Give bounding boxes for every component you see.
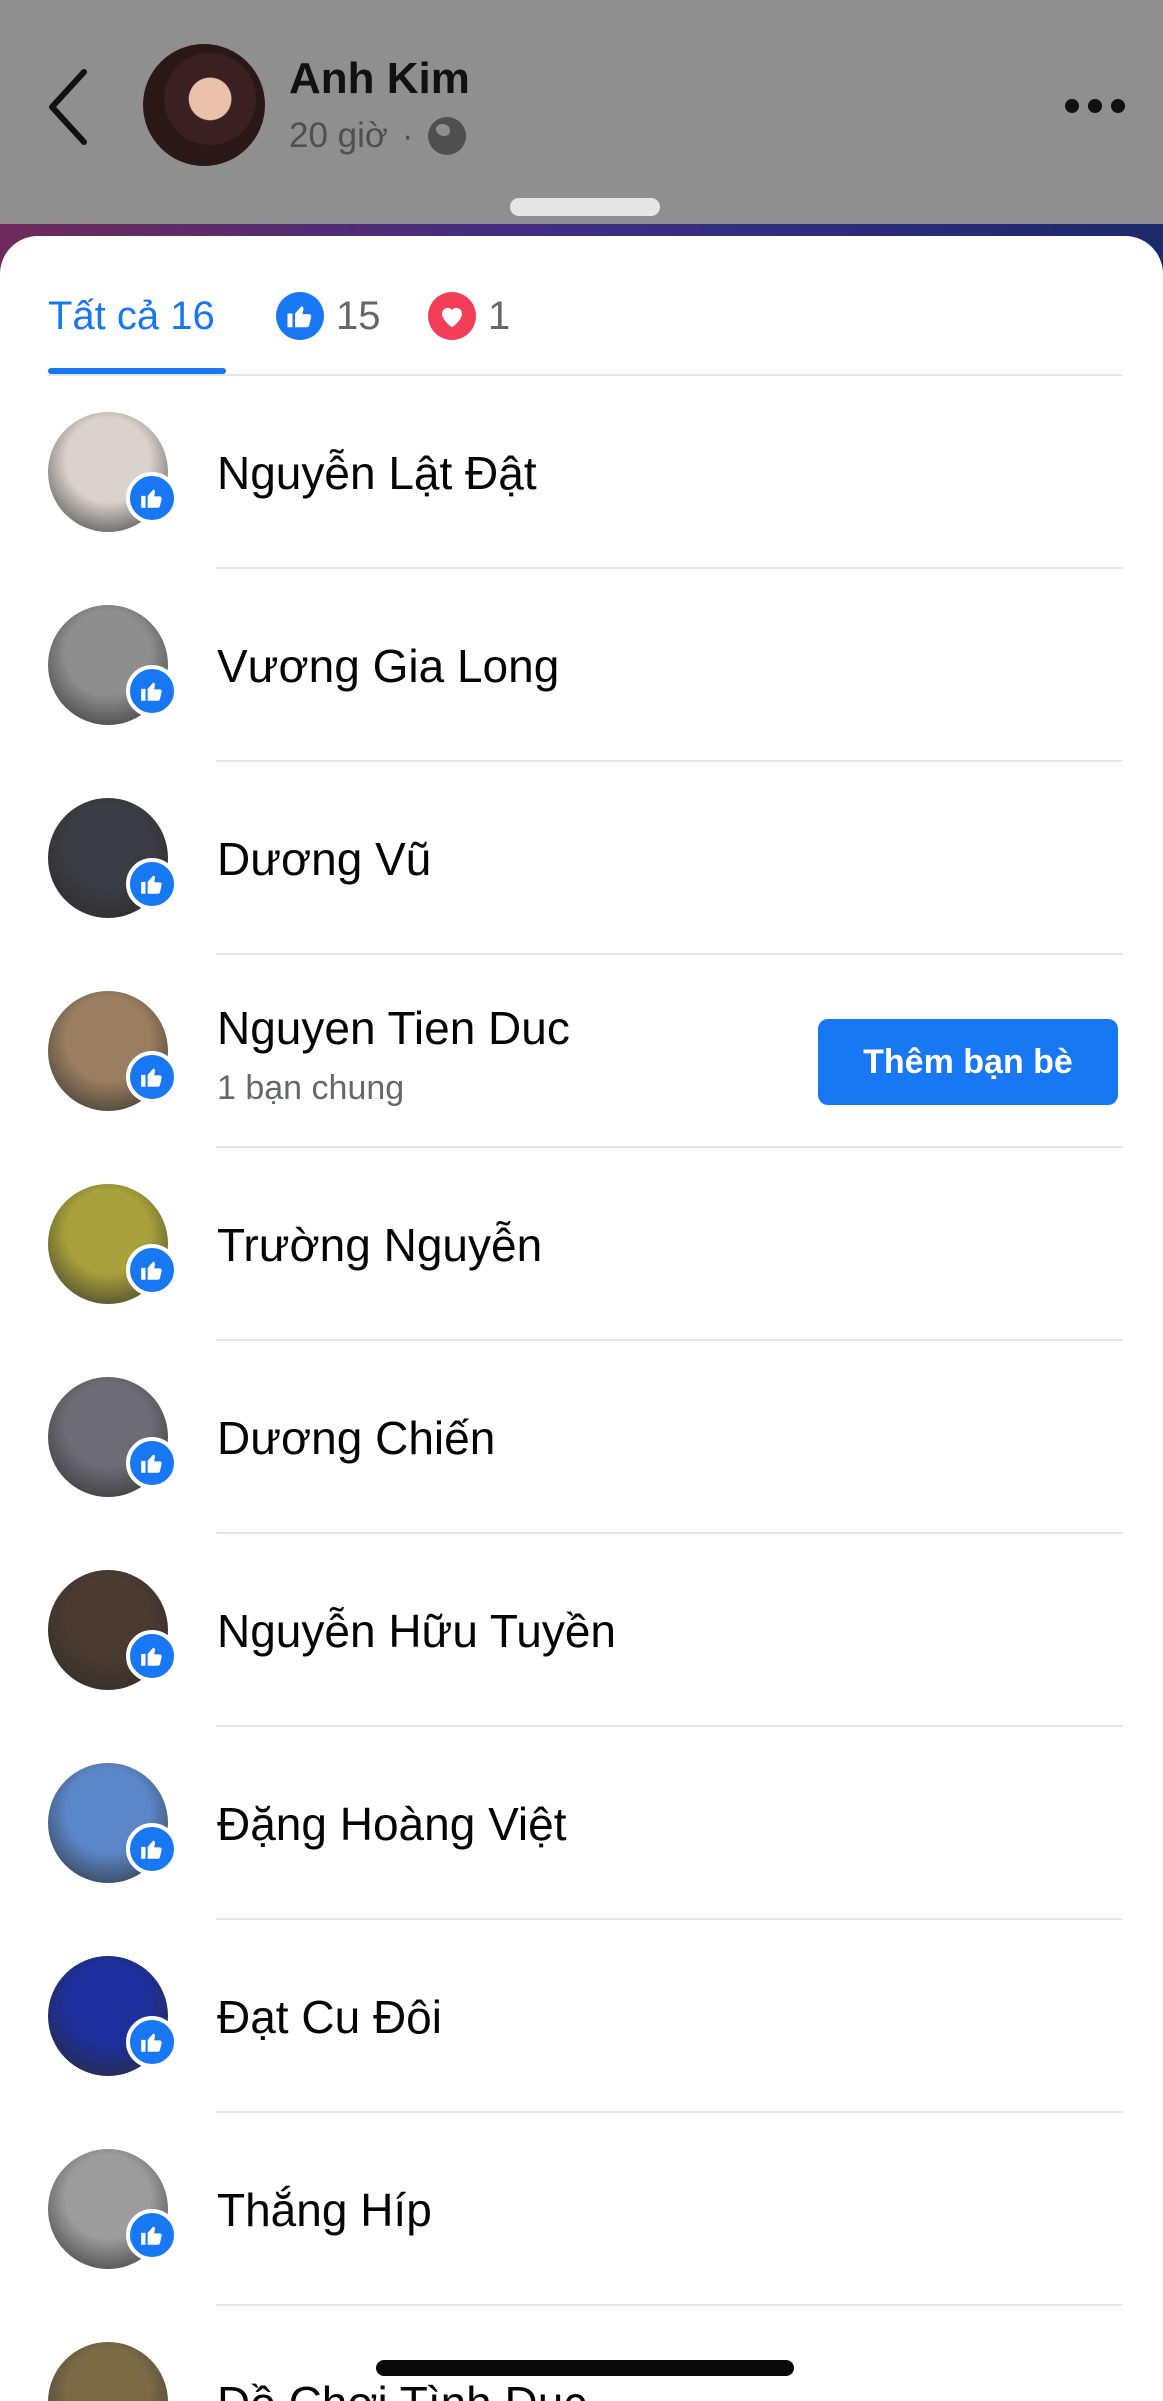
like-badge-icon [141,1068,162,1087]
like-reaction-icon [276,292,324,340]
reactor-name[interactable]: Dương Chiến [217,1411,495,1465]
list-item[interactable]: Nguyễn Lật Đật [0,376,1163,569]
list-item[interactable]: Vương Gia Long [0,569,1163,762]
list-item[interactable]: Đồ Chơi Tình Dục [0,2306,1163,2401]
like-badge-icon [141,1840,162,1859]
post-time: 20 giờ [289,116,388,155]
reactor-list: Nguyễn Lật Đật Vương Gia Long Dương Vũ Nguy… [0,376,1163,2401]
mutual-friends-text: 1 bạn chung [217,1069,405,1107]
reactions-sheet: Tất cả 16 15 1 Nguyễn Lật Đật Vương Gia L… [0,236,1163,2401]
reactor-name[interactable]: Vương Gia Long [217,639,559,693]
more-dot-icon [1111,99,1125,113]
like-badge [126,858,178,910]
reactor-name[interactable]: Nguyễn Hữu Tuyền [217,1604,616,1658]
more-dot-icon [1088,99,1102,113]
tab-like[interactable]: 15 [276,286,381,346]
list-item[interactable]: Nguyễn Hữu Tuyền [0,1534,1163,1727]
post-author-name[interactable]: Anh Kim [289,54,470,104]
like-badge [126,1823,178,1875]
post-meta: 20 giờ · [289,116,466,156]
chevron-left-icon [49,69,87,145]
love-reaction-icon [428,292,476,340]
reactor-name[interactable]: Nguyen Tien Duc [217,1001,570,1055]
reactor-name[interactable]: Trường Nguyễn [217,1218,542,1272]
like-badge [126,1244,178,1296]
list-item[interactable]: Thắng Híp [0,2113,1163,2306]
like-badge-icon [141,875,162,894]
reactor-name[interactable]: Dương Vũ [217,832,431,886]
active-tab-indicator [48,368,226,374]
globe-icon [427,117,466,155]
list-item[interactable]: Nguyen Tien Duc 1 bạn chung Thêm bạn bè [0,955,1163,1148]
like-badge [126,1051,178,1103]
reactor-name[interactable]: Đồ Chơi Tình Dục [217,2376,586,2401]
like-badge [126,1630,178,1682]
list-item[interactable]: Đặng Hoàng Việt [0,1727,1163,1920]
list-item[interactable]: Dương Chiến [0,1341,1163,1534]
reactor-name[interactable]: Đạt Cu Đôi [217,1990,442,2044]
list-item[interactable]: Đạt Cu Đôi [0,1920,1163,2113]
like-badge-icon [141,1454,162,1473]
like-badge-icon [141,1261,162,1280]
reactor-name[interactable]: Nguyễn Lật Đật [217,446,537,500]
like-badge-icon [141,682,162,701]
reaction-tabs: Tất cả 16 15 1 [48,236,1123,376]
add-friend-button[interactable]: Thêm bạn bè [818,1019,1118,1105]
sheet-grabber-handle[interactable] [510,198,660,216]
tab-love-count: 1 [488,293,511,338]
tab-all-label: Tất cả 16 [48,293,215,338]
more-options-button[interactable] [1065,96,1125,116]
list-item[interactable]: Dương Vũ [0,762,1163,955]
like-badge [126,1437,178,1489]
list-item[interactable]: Trường Nguyễn [0,1148,1163,1341]
tab-all[interactable]: Tất cả 16 [48,286,215,346]
like-badge-icon [141,2033,162,2052]
post-author-avatar[interactable] [143,44,265,166]
reactor-name[interactable]: Đặng Hoàng Việt [217,1797,567,1851]
post-header: Anh Kim 20 giờ · [0,0,1163,224]
like-badge [126,2209,178,2261]
back-button[interactable] [40,62,100,152]
like-badge-icon [141,1647,162,1666]
like-badge [126,472,178,524]
like-badge [126,665,178,717]
like-badge-icon [141,489,162,508]
like-badge [126,2016,178,2068]
reactor-name[interactable]: Thắng Híp [217,2183,432,2237]
tab-like-count: 15 [336,293,381,338]
like-badge-icon [141,2226,162,2245]
tab-love[interactable]: 1 [428,286,510,346]
home-indicator[interactable] [376,2360,794,2376]
meta-separator: · [401,116,414,155]
app: Anh Kim 20 giờ · Tất cả 16 15 1 Nguyễn L… [0,0,1163,2401]
avatar[interactable] [48,2342,168,2401]
more-dot-icon [1065,99,1079,113]
